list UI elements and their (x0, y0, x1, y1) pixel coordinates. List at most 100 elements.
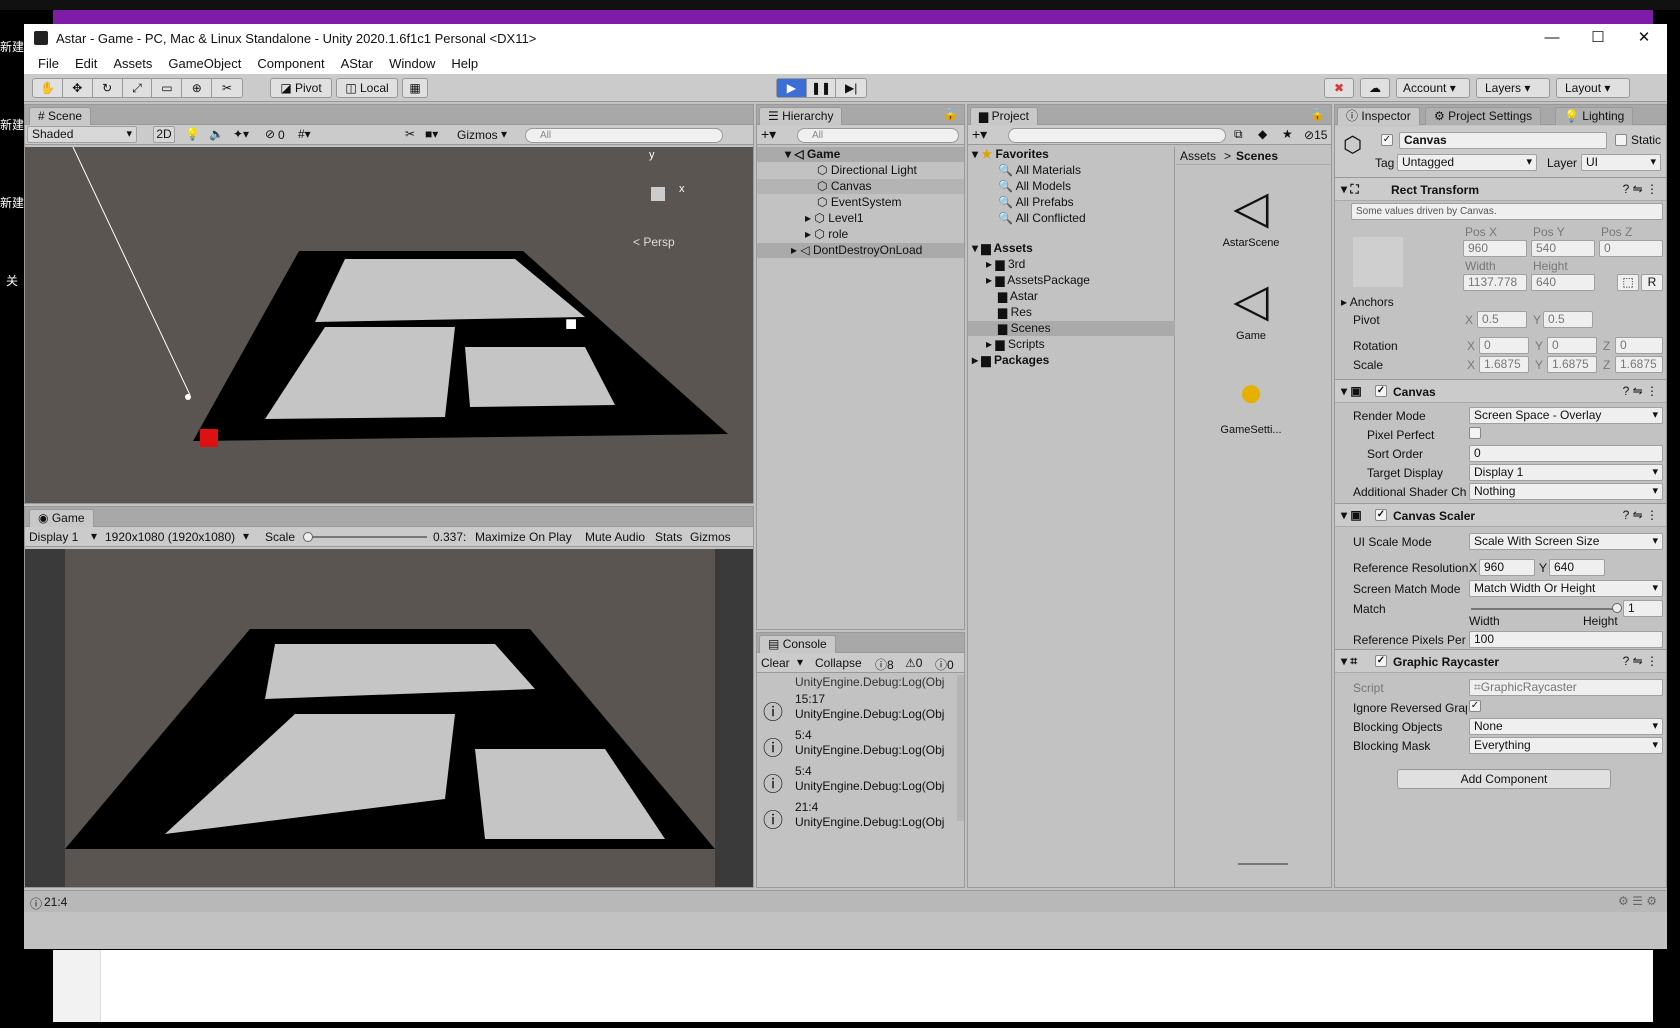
tree-assets[interactable]: ▾ ▆ Assets (972, 241, 1033, 255)
collapse-button[interactable]: Collapse (815, 656, 862, 670)
desktop-label[interactable]: 新建 (0, 38, 24, 55)
hierarchy-item-game[interactable]: ▾ ◁ Game (785, 147, 840, 161)
layer-dropdown[interactable]: UI (1581, 154, 1661, 171)
tree-all-materials[interactable]: 🔍 All Materials (998, 163, 1081, 177)
reference-pixels-field[interactable]: 100 (1469, 631, 1663, 648)
screen-match-mode-dropdown[interactable]: Match Width Or Height (1469, 580, 1663, 597)
component-menu-icon[interactable]: ? ⇋ ⋮ (1623, 182, 1658, 196)
tab-inspector[interactable]: ⓘ Inspector (1337, 107, 1420, 125)
menu-window[interactable]: Window (389, 56, 435, 71)
audio-toggle-icon[interactable]: 🔈 (209, 127, 224, 141)
scale-slider[interactable] (307, 536, 427, 538)
tab-project-settings[interactable]: ⚙ Project Settings (1425, 107, 1542, 125)
tab-hierarchy[interactable]: ☰ Hierarchy (759, 107, 843, 125)
grid-toggle-icon[interactable]: #▾ (298, 127, 311, 141)
scene-search-input[interactable]: All (525, 128, 723, 143)
camera-gizmo-icon[interactable]: ■ (565, 313, 577, 336)
tab-lighting[interactable]: 💡 Lighting (1555, 107, 1634, 125)
play-button[interactable]: ▶ (777, 79, 807, 97)
step-button[interactable]: ▶| (836, 79, 866, 97)
clear-chevron-icon[interactable]: ▾ (797, 655, 803, 669)
graphic-raycaster-header[interactable]: ▾ ⌗ ✓ Graphic Raycaster ? ⇋ ⋮ (1335, 649, 1666, 673)
blueprint-button[interactable]: ⬚ (1617, 274, 1639, 291)
console-entry[interactable]: ⓘ 21:4 UnityEngine.Debug:Log(Obj (757, 798, 957, 834)
favorite-icon[interactable]: ★ (1282, 127, 1293, 141)
tree-packages[interactable]: ▸ ▆ Packages (972, 353, 1049, 367)
hidden-packages-toggle[interactable]: ⊘15 (1304, 128, 1327, 142)
match-slider-thumb[interactable] (1612, 603, 1622, 613)
transform-tool-icon[interactable]: ⊕ (182, 79, 213, 97)
cloud-button[interactable]: ☁ (1360, 78, 1390, 98)
error-count-toggle[interactable]: ⓘ0 (935, 656, 954, 673)
menu-assets[interactable]: Assets (113, 56, 152, 71)
tab-scene[interactable]: # Scene (29, 107, 92, 125)
custom-tool-icon[interactable]: ✂ (212, 79, 242, 97)
desktop-label[interactable]: 新建 (0, 194, 24, 211)
mute-audio-toggle[interactable]: Mute Audio (585, 530, 645, 544)
effects-toggle-icon[interactable]: ✦▾ (233, 127, 249, 141)
tools-icon[interactable]: ✂ (405, 127, 415, 141)
tree-all-models[interactable]: 🔍 All Models (998, 179, 1071, 193)
menu-help[interactable]: Help (451, 56, 478, 71)
maximize-button[interactable]: ☐ (1575, 24, 1621, 52)
menu-gameobject[interactable]: GameObject (168, 56, 241, 71)
tab-console[interactable]: ▤ Console (759, 635, 836, 653)
desktop-label[interactable]: 新建 (0, 116, 24, 133)
layout-dropdown[interactable]: Layout ▾ (1556, 78, 1630, 98)
game-viewport[interactable] (65, 549, 715, 887)
tree-res[interactable]: ▆ Res (998, 305, 1032, 319)
tag-dropdown[interactable]: Untagged (1397, 154, 1537, 171)
scene-viewport[interactable]: y x < Persp ■ (25, 147, 753, 503)
game-display-dropdown[interactable]: Display 1 (29, 530, 78, 544)
raw-edit-button[interactable]: R (1641, 274, 1663, 291)
hierarchy-item-role[interactable]: ▸ ⬡ role (805, 227, 848, 241)
menu-astar[interactable]: AStar (341, 56, 374, 71)
console-entry[interactable]: ⓘ 5:4 UnityEngine.Debug:Log(Obj (757, 762, 957, 798)
local-toggle[interactable]: ◫ Local (336, 78, 398, 98)
hierarchy-item-level1[interactable]: ▸ ⬡ Level1 (805, 211, 864, 225)
hidden-objects-icon[interactable]: ⊘ (265, 127, 275, 141)
match-field[interactable]: 1 (1623, 600, 1663, 617)
tree-scenes[interactable]: ▆ Scenes (998, 321, 1051, 335)
tree-all-prefabs[interactable]: 🔍 All Prefabs (998, 195, 1074, 209)
raycaster-enabled-checkbox[interactable]: ✓ (1375, 655, 1387, 667)
lighting-toggle-icon[interactable]: 💡 (185, 127, 200, 141)
snap-button[interactable]: ▦ (402, 78, 428, 98)
sort-order-field[interactable]: 0 (1469, 445, 1663, 462)
hierarchy-item-dontdestroyonload[interactable]: ▸ ◁ DontDestroyOnLoad (791, 243, 922, 257)
minimize-button[interactable]: — (1529, 24, 1575, 52)
asset-gamesettings[interactable]: ● GameSetti... (1196, 360, 1306, 450)
maximize-on-play-toggle[interactable]: Maximize On Play (475, 530, 572, 544)
menu-edit[interactable]: Edit (75, 56, 97, 71)
red-cube[interactable] (200, 429, 218, 447)
console-entry[interactable]: ⓘ 5:4 UnityEngine.Debug:Log(Obj (757, 726, 957, 762)
tree-all-conflicted[interactable]: 🔍 All Conflicted (998, 211, 1086, 225)
shading-mode-dropdown[interactable]: Shaded (27, 126, 137, 143)
canvas-enabled-checkbox[interactable]: ✓ (1375, 385, 1387, 397)
blocking-objects-dropdown[interactable]: None (1469, 718, 1663, 735)
hand-tool-icon[interactable]: ✋ (33, 79, 63, 97)
project-lock-icon[interactable]: 🔒 (1310, 107, 1325, 121)
tab-project[interactable]: ▆ Project (970, 107, 1038, 125)
asset-game[interactable]: ◁ Game (1196, 270, 1306, 360)
filter-label-icon[interactable]: ◆ (1258, 127, 1267, 141)
account-dropdown[interactable]: Account ▾ (1396, 78, 1470, 98)
pause-button[interactable]: ❚❚ (807, 79, 837, 97)
warn-count-toggle[interactable]: ⚠0 (905, 656, 922, 670)
close-button[interactable]: ✕ (1621, 24, 1667, 52)
stats-toggle[interactable]: Stats (655, 530, 682, 544)
component-menu-icon[interactable]: ? ⇋ ⋮ (1623, 384, 1658, 398)
pivot-toggle[interactable]: ◪ Pivot (270, 78, 332, 98)
hierarchy-item-directional-light[interactable]: ⬡ Directional Light (817, 163, 917, 177)
orientation-gizmo[interactable]: y x (633, 149, 693, 217)
status-message[interactable]: 21:4 (44, 895, 67, 909)
clear-button[interactable]: Clear (761, 656, 790, 670)
projection-label[interactable]: < Persp (633, 235, 675, 249)
hierarchy-search-input[interactable]: All (797, 128, 959, 143)
collab-button[interactable]: ✖ (1324, 78, 1354, 98)
ui-scale-mode-dropdown[interactable]: Scale With Screen Size (1469, 533, 1663, 550)
menu-file[interactable]: File (38, 56, 59, 71)
pixel-perfect-checkbox[interactable] (1469, 427, 1481, 439)
camera-icon[interactable]: ■▾ (425, 127, 438, 141)
breadcrumb-assets[interactable]: Assets (1180, 149, 1216, 163)
